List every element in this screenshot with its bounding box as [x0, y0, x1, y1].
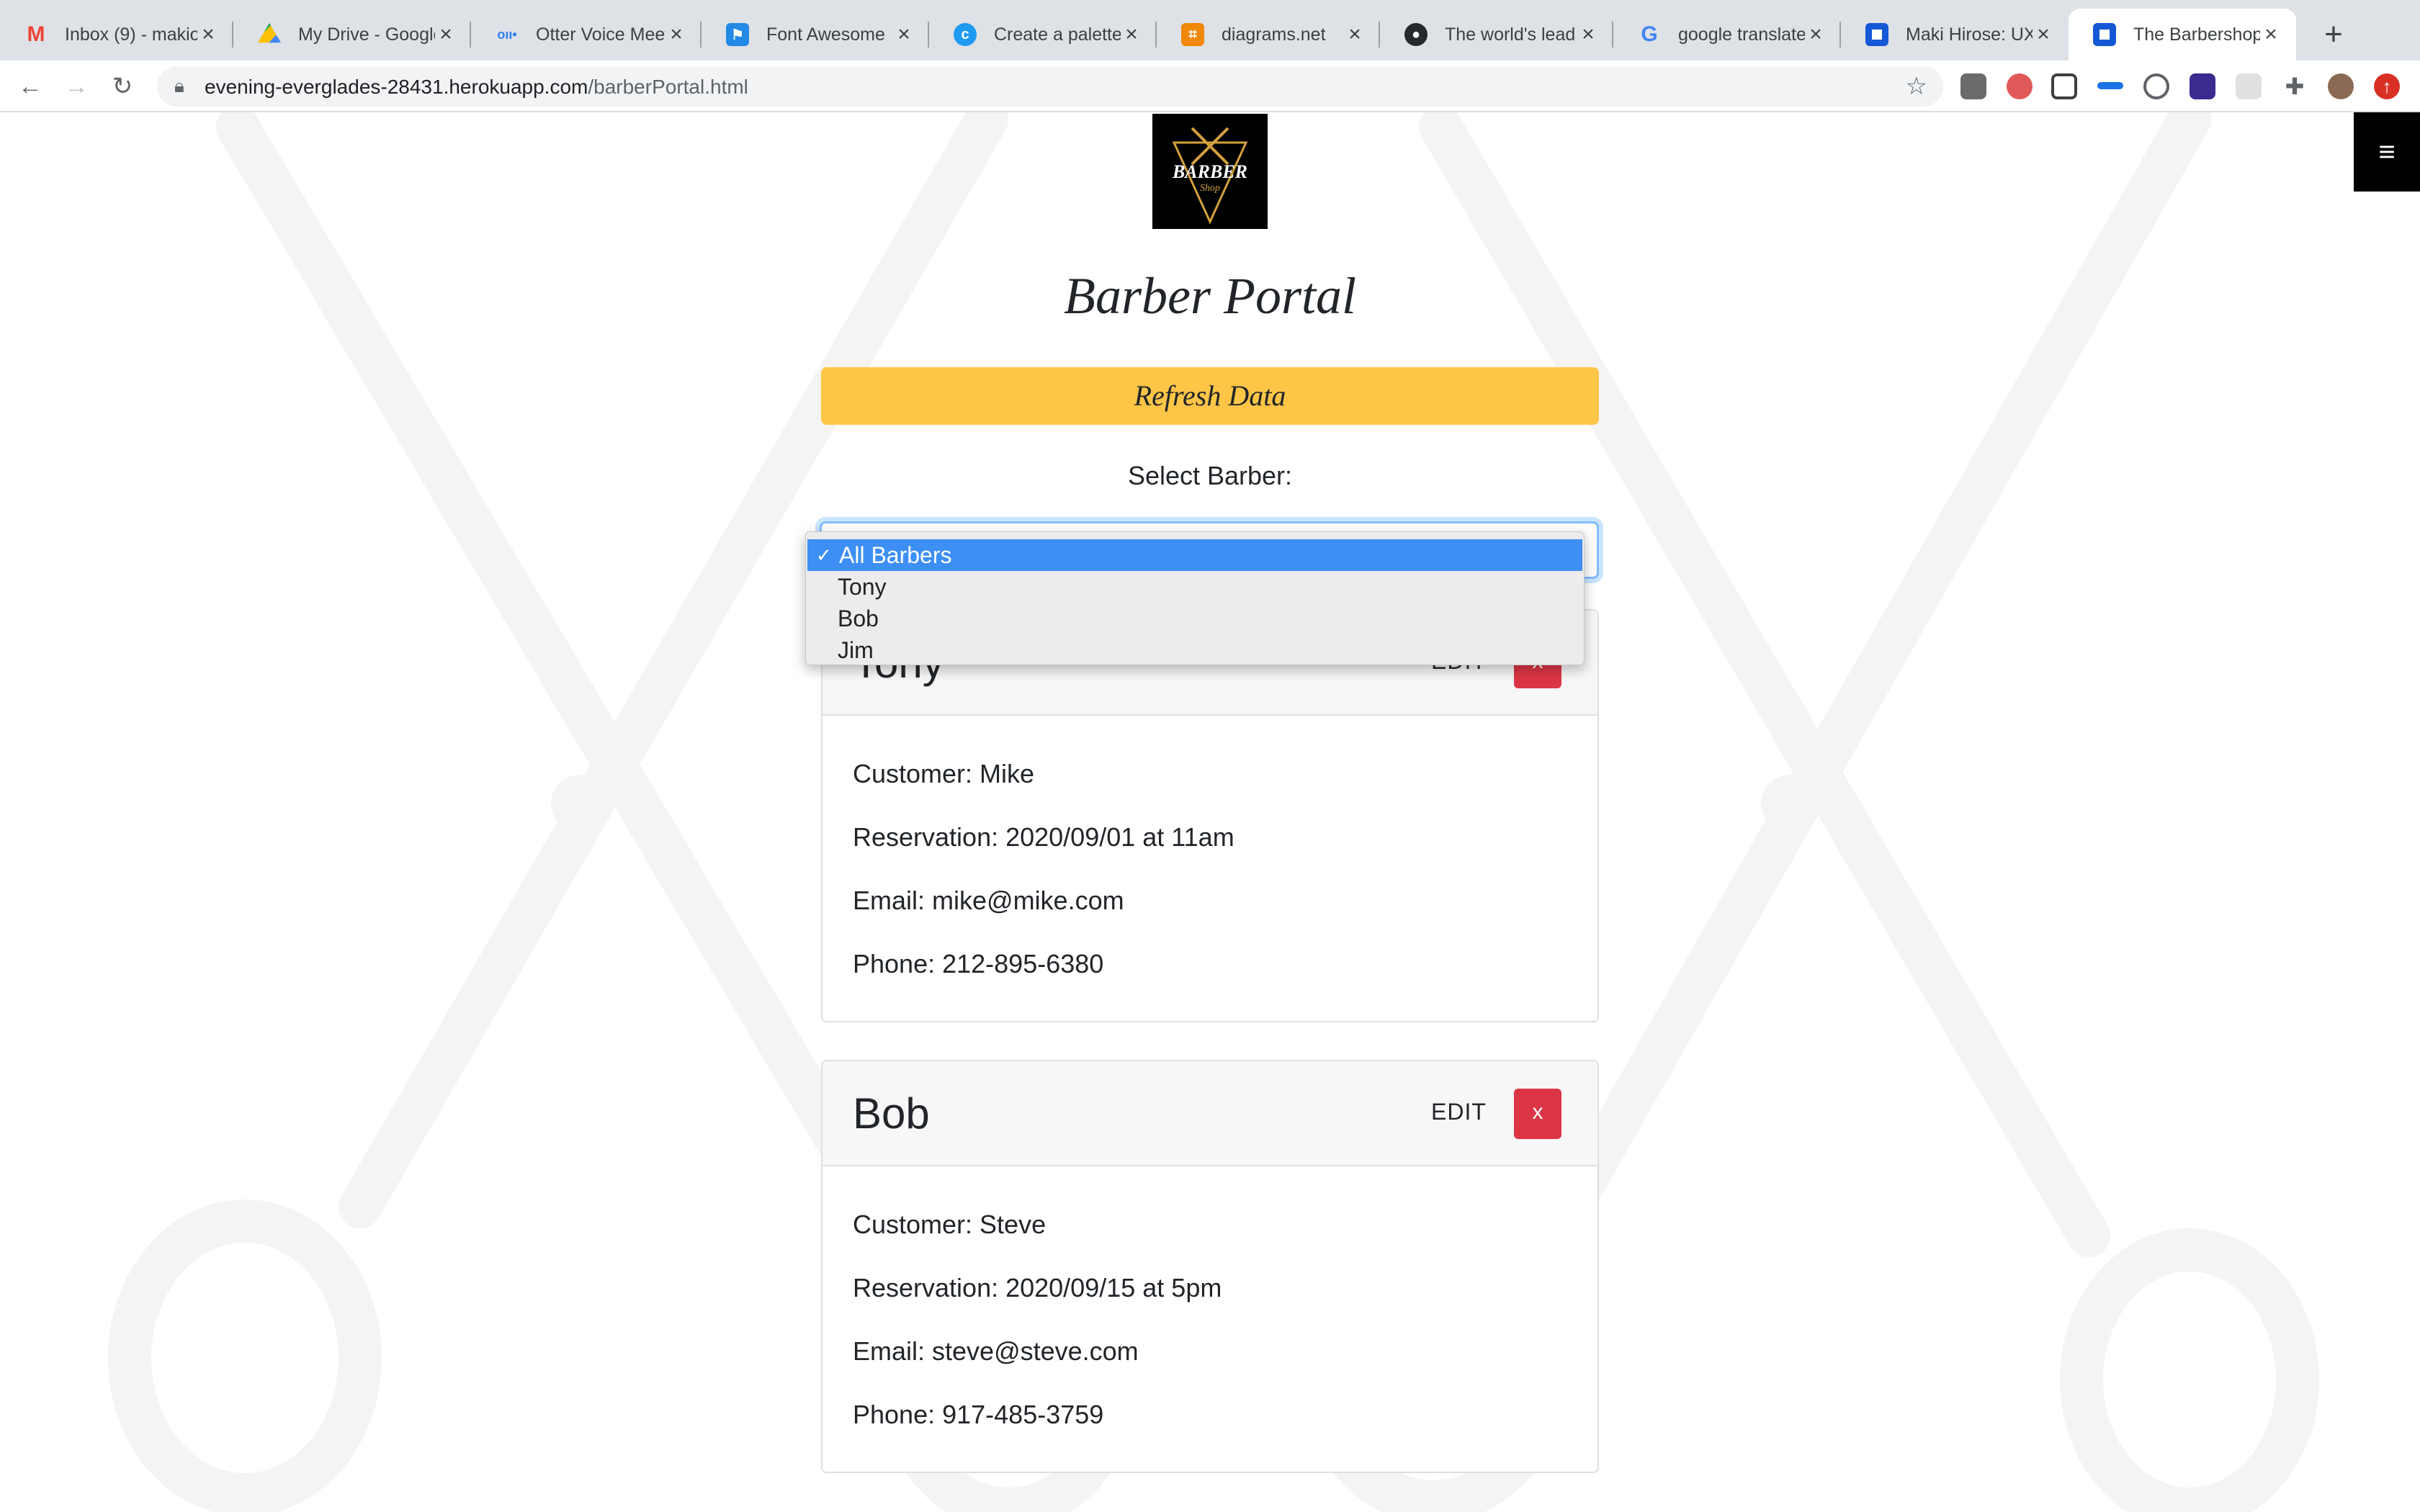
forward-arrow-icon[interactable]: →: [60, 71, 92, 102]
tab-title: My Drive - Google: [298, 24, 435, 45]
browser-toolbar: ← → ↻ 🔒︎ evening-everglades-28431.heroku…: [0, 60, 2420, 112]
tab-title: The Barbershop: [2133, 24, 2260, 45]
tab-drive[interactable]: My Drive - Google ×: [233, 9, 471, 60]
extension-icon[interactable]: [2190, 73, 2215, 99]
tab-font-awesome[interactable]: ⚑ Font Awesome ×: [702, 9, 929, 60]
page-title: Barber Portal: [1064, 267, 1356, 325]
card-body: Customer: Mike Reservation: 2020/09/01 a…: [823, 716, 1597, 979]
barber-name: Bob: [853, 1089, 930, 1138]
refresh-data-button[interactable]: Refresh Data: [821, 367, 1599, 425]
close-tab-icon[interactable]: ×: [435, 22, 457, 47]
email-text: Email: steve@steve.com: [853, 1336, 1139, 1366]
new-tab-button[interactable]: +: [2313, 14, 2354, 55]
hamburger-menu-icon[interactable]: ≡: [2354, 112, 2420, 192]
email-text: Email: mike@mike.com: [853, 886, 1124, 915]
card-header: Bob EDIT x: [823, 1061, 1597, 1166]
checkmark-icon: ✓: [816, 544, 832, 566]
barbershop-logo: BARBER Shop: [1152, 114, 1268, 229]
logo-subtext: Shop: [1200, 183, 1220, 194]
dropdown-option-tony[interactable]: Tony: [806, 571, 1584, 603]
tab-title: Inbox (9) - makio: [65, 24, 197, 45]
tab-barbershop[interactable]: The Barbershop ×: [2069, 9, 2296, 60]
tab-title: Maki Hirose: UX: [1906, 24, 2033, 45]
page: ≡ BARBER Shop Barber Portal Refresh Data…: [0, 112, 2420, 1512]
card-body: Customer: Steve Reservation: 2020/09/15 …: [823, 1166, 1597, 1430]
dropdown-option-jim[interactable]: Jim: [806, 634, 1584, 666]
reload-icon[interactable]: ↻: [107, 71, 138, 102]
tab-title: google translate: [1678, 24, 1805, 45]
tab-gmail[interactable]: M Inbox (9) - makio ×: [0, 9, 233, 60]
select-barber-label: Select Barber:: [1127, 461, 1293, 490]
coolors-icon: c: [954, 23, 977, 46]
logo-text: BARBER: [1172, 161, 1248, 182]
tab-google-translate[interactable]: G google translate ×: [1613, 9, 1841, 60]
tab-title: diagrams.net: [1222, 24, 1326, 45]
delete-button[interactable]: x: [1514, 1089, 1561, 1139]
back-arrow-icon[interactable]: ←: [14, 71, 46, 102]
option-label: Tony: [838, 574, 887, 600]
close-tab-icon[interactable]: ×: [1577, 22, 1599, 47]
close-tab-icon[interactable]: ×: [1344, 22, 1366, 47]
extension-icon[interactable]: [2143, 73, 2169, 99]
barber-dropdown-menu: ✓ All Barbers Tony Bob Jim: [805, 531, 1585, 665]
extension-icon[interactable]: [2097, 82, 2123, 89]
update-icon[interactable]: ↑: [2374, 73, 2400, 99]
close-tab-icon[interactable]: ×: [2033, 22, 2054, 47]
tab-github[interactable]: ● The world's lead ×: [1380, 9, 1613, 60]
github-icon: ●: [1404, 23, 1428, 46]
address-bar[interactable]: 🔒︎ evening-everglades-28431.herokuapp.co…: [157, 66, 1943, 107]
drive-icon: [258, 23, 281, 43]
edit-button[interactable]: EDIT: [1431, 1099, 1487, 1125]
square-icon: [1865, 23, 1888, 46]
option-label: Bob: [838, 606, 879, 631]
tab-title: Font Awesome: [766, 24, 885, 45]
otter-icon: oıı•: [497, 27, 517, 42]
extension-icon[interactable]: [2007, 73, 2033, 99]
customer-text: Customer: Mike: [853, 759, 1035, 788]
close-tab-icon[interactable]: ×: [893, 22, 915, 47]
tab-title: Otter Voice Meet: [536, 24, 666, 45]
tab-maki-hirose[interactable]: Maki Hirose: UX ×: [1841, 9, 2069, 60]
reservation-card: Tony EDIT x Customer: Mike Reservation: …: [821, 609, 1599, 1022]
reservation-text: Reservation: 2020/09/15 at 5pm: [853, 1273, 1222, 1302]
extension-icon[interactable]: [1960, 73, 1986, 99]
tab-otter[interactable]: oıı• Otter Voice Meet ×: [471, 9, 702, 60]
close-tab-icon[interactable]: ×: [2260, 22, 2282, 47]
browser-tab-strip: M Inbox (9) - makio × My Drive - Google …: [0, 0, 2420, 60]
diagrams-icon: ⌗: [1181, 23, 1204, 46]
puzzle-icon[interactable]: ✚: [2282, 73, 2308, 99]
close-tab-icon[interactable]: ×: [666, 22, 687, 47]
gmail-icon: M: [27, 22, 45, 46]
flag-icon: ⚑: [726, 23, 749, 46]
extension-icon[interactable]: [2236, 73, 2262, 99]
option-label: All Barbers: [839, 542, 952, 568]
tab-coolors[interactable]: c Create a palette ×: [929, 9, 1157, 60]
google-icon: G: [1641, 22, 1658, 46]
square-icon: [2093, 23, 2116, 46]
screenshot-icon[interactable]: [2051, 73, 2077, 99]
dropdown-option-all-barbers[interactable]: ✓ All Barbers: [807, 539, 1582, 571]
phone-text: Phone: 212-895-6380: [853, 949, 1104, 978]
reservation-card: Bob EDIT x Customer: Steve Reservation: …: [821, 1060, 1599, 1473]
close-tab-icon[interactable]: ×: [197, 22, 219, 47]
close-tab-icon[interactable]: ×: [1805, 22, 1827, 47]
reservation-text: Reservation: 2020/09/01 at 11am: [853, 822, 1234, 852]
dropdown-option-bob[interactable]: Bob: [806, 603, 1584, 634]
phone-text: Phone: 917-485-3759: [853, 1400, 1104, 1429]
lock-icon: 🔒︎: [174, 75, 184, 96]
customer-text: Customer: Steve: [853, 1210, 1047, 1239]
option-label: Jim: [838, 637, 874, 663]
tab-title: Create a palette: [994, 24, 1121, 45]
tab-title: The world's lead: [1445, 24, 1576, 45]
url-text: evening-everglades-28431.herokuapp.com/b…: [205, 76, 748, 98]
avatar[interactable]: [2328, 73, 2354, 99]
close-tab-icon[interactable]: ×: [1121, 22, 1142, 47]
tab-diagrams[interactable]: ⌗ diagrams.net ×: [1157, 9, 1380, 60]
bookmark-star-icon[interactable]: ☆: [1906, 72, 1927, 101]
